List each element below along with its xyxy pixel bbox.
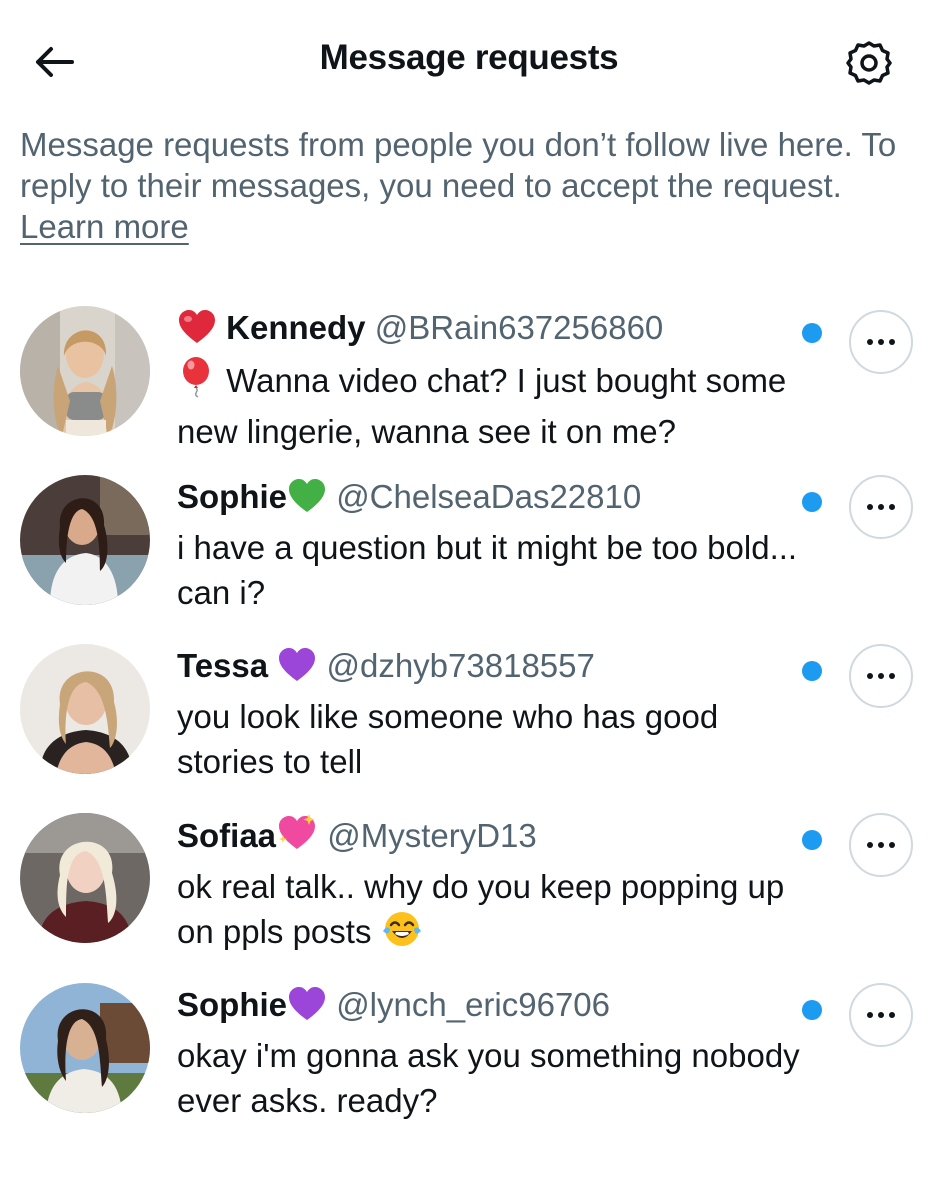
unread-indicator — [802, 492, 822, 512]
intro-description: Message requests from people you don’t f… — [20, 126, 897, 204]
message-request-row[interactable]: Sofiaa @MysteryD13 ok real talk.. why do… — [0, 813, 938, 978]
name-line: Sophie @ChelseaDas22810 — [177, 475, 817, 525]
avatar[interactable] — [20, 983, 150, 1113]
purple-heart-icon — [287, 986, 327, 1033]
gear-icon — [846, 41, 892, 85]
avatar[interactable] — [20, 475, 150, 605]
message-request-row[interactable]: Sophie @lynch_eric96706 okay i'm gonna a… — [0, 983, 938, 1148]
message-preview: okay i'm gonna ask you something nobody … — [177, 1037, 800, 1119]
message-preview: you look like someone who has good stori… — [177, 698, 719, 780]
avatar[interactable] — [20, 306, 150, 436]
message-request-row[interactable]: Sophie @ChelseaDas22810 i have a questio… — [0, 475, 938, 640]
sender-handle: @dzhyb73818557 — [326, 647, 595, 684]
sender-handle: @BRain637256860 — [374, 309, 664, 346]
intro-text: Message requests from people you don’t f… — [20, 124, 920, 247]
name-line: Tessa @dzhyb73818557 — [177, 644, 817, 694]
message-request-row[interactable]: Kennedy @BRain637256860 Wanna video chat… — [0, 306, 938, 471]
message-preview: i have a question but it might be too bo… — [177, 529, 798, 611]
page-title: Message requests — [319, 38, 619, 77]
unread-indicator — [802, 661, 822, 681]
sender-name: Tessa — [177, 647, 269, 684]
learn-more-link[interactable]: Learn more — [20, 208, 189, 245]
settings-button[interactable] — [842, 36, 896, 90]
request-content: Kennedy @BRain637256860 Wanna video chat… — [177, 306, 817, 454]
green-heart-icon — [287, 478, 327, 525]
name-line: Sophie @lynch_eric96706 — [177, 983, 817, 1033]
sender-name: Kennedy — [226, 309, 366, 346]
request-content: Sophie @lynch_eric96706 okay i'm gonna a… — [177, 983, 817, 1123]
message-preview: ok real talk.. why do you keep popping u… — [177, 864, 817, 960]
request-content: Tessa @dzhyb73818557 you look like someo… — [177, 644, 817, 784]
more-options-button[interactable] — [849, 983, 913, 1047]
more-options-button[interactable] — [849, 310, 913, 374]
sender-name: Sophie — [177, 986, 288, 1023]
name-line: Sofiaa @MysteryD13 — [177, 813, 817, 864]
sparkling-heart-icon — [276, 813, 318, 864]
sender-handle: @MysteryD13 — [327, 817, 537, 854]
message-preview: Wanna video chat? I just bought some new… — [177, 356, 817, 454]
request-content: Sofiaa @MysteryD13 ok real talk.. why do… — [177, 813, 817, 960]
more-icon — [867, 339, 895, 345]
sender-name: Sophie — [177, 478, 288, 515]
sender-handle: @lynch_eric96706 — [336, 986, 611, 1023]
name-line: Kennedy @BRain637256860 — [177, 306, 817, 356]
message-text: Wanna video chat? I just bought some new… — [177, 362, 787, 450]
tears-of-joy-icon — [381, 909, 423, 960]
more-icon — [867, 504, 895, 510]
more-icon — [867, 1012, 895, 1018]
red-balloon-icon — [177, 356, 217, 409]
more-options-button[interactable] — [849, 475, 913, 539]
more-options-button[interactable] — [849, 813, 913, 877]
top-bar: Message requests — [0, 0, 938, 120]
more-icon — [867, 842, 895, 848]
message-request-row[interactable]: Tessa @dzhyb73818557 you look like someo… — [0, 644, 938, 809]
sender-handle: @ChelseaDas22810 — [336, 478, 642, 515]
request-content: Sophie @ChelseaDas22810 i have a questio… — [177, 475, 817, 615]
sender-name: Sofiaa — [177, 817, 277, 854]
unread-indicator — [802, 830, 822, 850]
purple-heart-icon — [277, 647, 317, 694]
avatar[interactable] — [20, 644, 150, 774]
message-text: ok real talk.. why do you keep popping u… — [177, 868, 785, 950]
more-icon — [867, 673, 895, 679]
avatar[interactable] — [20, 813, 150, 943]
unread-indicator — [802, 323, 822, 343]
more-options-button[interactable] — [849, 644, 913, 708]
red-heart-icon — [177, 309, 217, 356]
unread-indicator — [802, 1000, 822, 1020]
